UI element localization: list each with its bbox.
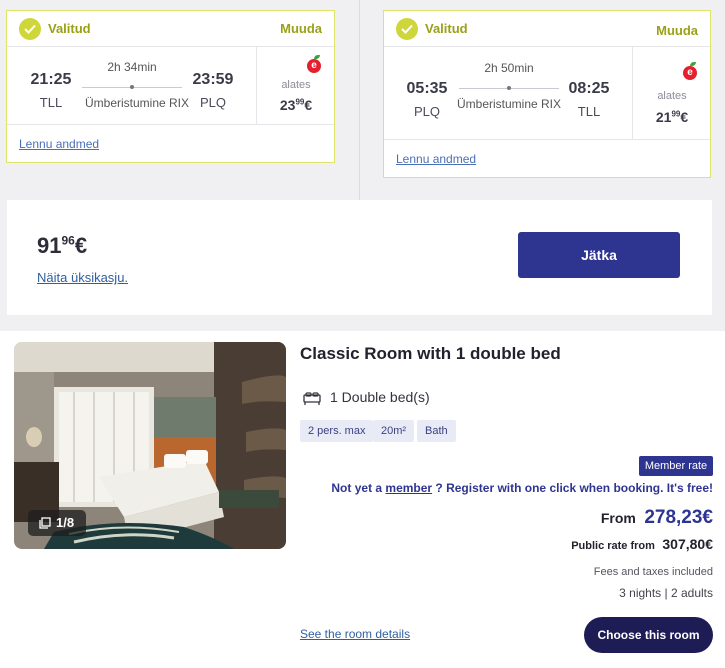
stay-summary: 3 nights | 2 adults	[619, 586, 713, 600]
column-divider	[359, 0, 360, 200]
capacity-tag: 2 pers. max	[300, 420, 374, 442]
flight-details: 05:35 PLQ 2h 50min Ümberistumine RIX 08:…	[384, 47, 710, 140]
airline-logo-leaf	[690, 62, 696, 66]
continue-button[interactable]: Jätka	[518, 232, 680, 278]
check-icon	[396, 18, 418, 40]
gallery-icon	[39, 517, 51, 529]
selected-label: Valitud	[48, 21, 91, 36]
arrival-time: 08:25	[568, 80, 610, 97]
choose-room-button[interactable]: Choose this room	[584, 617, 713, 653]
room-title: Classic Room with 1 double bed	[300, 344, 561, 363]
member-rate-badge: Member rate	[639, 456, 713, 476]
photo-count-text: 1/8	[56, 515, 75, 530]
room-photo[interactable]: 1/8	[14, 342, 286, 549]
fees-note: Fees and taxes included	[593, 566, 713, 578]
stop-dot	[507, 86, 511, 90]
departure-airport: PLQ	[413, 104, 440, 119]
bath-tag: Bath	[417, 420, 456, 442]
price-column: e alates 2399€	[256, 47, 334, 124]
departure-airport: TLL	[39, 95, 63, 110]
flight-card-header: Valitud Muuda	[384, 11, 710, 47]
public-price-row: Public rate from 307,80€	[571, 536, 713, 554]
airline-logo-leaf	[314, 55, 320, 59]
flight-details: 21:25 TLL 2h 34min Ümberistumine RIX 23:…	[7, 47, 334, 125]
arrival-time: 23:59	[192, 71, 234, 88]
change-link[interactable]: Muuda	[656, 23, 698, 38]
arrival-airport: PLQ	[199, 95, 226, 110]
flight-duration: 2h 34min	[107, 60, 157, 74]
flight-price: 2199€	[655, 109, 689, 125]
member-link[interactable]: member	[385, 481, 432, 495]
price-summary-panel: 9196€ Näita üksikasju. Jätka	[7, 200, 712, 315]
from-label: alates	[281, 79, 311, 91]
selected-label: Valitud	[425, 21, 468, 36]
change-link[interactable]: Muuda	[280, 21, 322, 36]
check-icon	[19, 18, 41, 40]
departure-time: 21:25	[30, 71, 72, 88]
departure-time: 05:35	[406, 80, 448, 97]
price-column: e alates 2199€	[632, 47, 710, 139]
member-promo: Not yet a member ? Register with one cli…	[331, 481, 713, 495]
flight-details-link[interactable]: Lennu andmed	[396, 152, 476, 166]
from-label: alates	[657, 90, 687, 102]
total-price: 9196€	[37, 233, 88, 258]
size-tag: 20m²	[373, 420, 415, 442]
return-flight-card: Valitud Muuda 05:35 PLQ 2h 50min Ümberis…	[383, 10, 711, 178]
stop-dot	[130, 85, 134, 89]
flight-selection-area: Valitud Muuda 21:25 TLL 2h 34min Ümberis…	[0, 0, 725, 200]
bed-icon	[303, 392, 321, 405]
show-details-link[interactable]: Näita üksikasju.	[37, 270, 128, 285]
public-price: 307,80€	[662, 536, 713, 552]
flight-duration: 2h 50min	[484, 61, 534, 75]
room-details-link[interactable]: See the room details	[300, 627, 410, 641]
photo-count-badge[interactable]: 1/8	[28, 510, 86, 536]
from-label: From	[600, 510, 636, 526]
member-price: 278,23€	[644, 507, 713, 528]
member-price-row: From 278,23€	[601, 507, 713, 529]
flight-card-header: Valitud Muuda	[7, 11, 334, 47]
outbound-flight-card: Valitud Muuda 21:25 TLL 2h 34min Ümberis…	[6, 10, 335, 163]
flight-details-link[interactable]: Lennu andmed	[19, 137, 99, 151]
arrival-airport: TLL	[577, 104, 601, 119]
room-offer-card: 1/8 Classic Room with 1 double bed 1 Dou…	[0, 331, 725, 668]
transfer-info: Ümberistumine RIX	[456, 97, 562, 111]
transfer-info: Ümberistumine RIX	[84, 96, 190, 110]
airline-logo: e	[683, 66, 697, 80]
flight-price: 2399€	[279, 97, 313, 113]
airline-logo: e	[307, 59, 321, 73]
bed-info: 1 Double bed(s)	[330, 389, 430, 405]
public-rate-label: Public rate from	[571, 540, 655, 552]
